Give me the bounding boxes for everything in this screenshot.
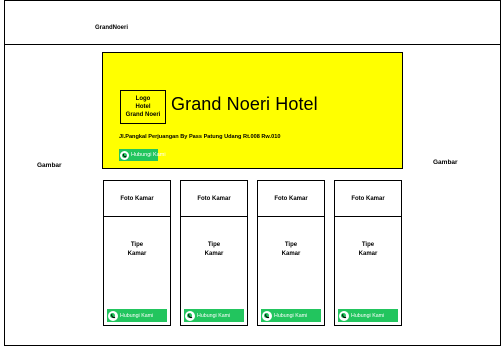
room-type-line: Kamar xyxy=(358,251,378,257)
room-type-line: Tipe xyxy=(284,242,298,248)
room-photo-placeholder: Foto Kamar xyxy=(181,181,247,217)
room-contact-label: Hubungi Kami xyxy=(120,312,154,319)
room-card: Foto Kamar Tipe Kamar Hubungi Kami xyxy=(180,180,248,326)
room-card: Foto Kamar Tipe Kamar Hubungi Kami xyxy=(257,180,325,326)
whatsapp-icon xyxy=(339,310,349,321)
logo-line: Hotel xyxy=(135,104,151,110)
whatsapp-icon xyxy=(185,310,195,321)
room-contact-button[interactable]: Hubungi Kami xyxy=(338,309,398,322)
logo-line: Logo xyxy=(135,96,151,102)
room-contact-button[interactable]: Hubungi Kami xyxy=(107,309,167,322)
room-type: Tipe Kamar xyxy=(335,241,401,259)
hotel-title: Grand Noeri Hotel xyxy=(171,94,318,114)
hero-contact-button[interactable]: Hubungi Kami xyxy=(119,149,166,161)
room-type: Tipe Kamar xyxy=(181,241,247,259)
room-type-line: Kamar xyxy=(204,251,224,257)
room-card: Foto Kamar Tipe Kamar Hubungi Kami xyxy=(334,180,402,326)
room-photo-placeholder: Foto Kamar xyxy=(258,181,324,217)
room-type-line: Tipe xyxy=(361,242,375,248)
right-image-placeholder: Gambar xyxy=(433,159,458,166)
hero-banner: Logo Hotel Grand Noeri Grand Noeri Hotel… xyxy=(102,52,403,169)
whatsapp-icon xyxy=(108,310,118,321)
room-type-line: Kamar xyxy=(127,251,147,257)
top-navbar: GrandNoeri xyxy=(4,0,501,45)
room-type-line: Tipe xyxy=(130,242,144,248)
room-type-line: Tipe xyxy=(207,242,221,248)
whatsapp-icon xyxy=(262,310,272,321)
left-image-placeholder: Gambar xyxy=(37,162,62,169)
room-photo-placeholder: Foto Kamar xyxy=(335,181,401,217)
hotel-address: Jl.Pangkal Perjuangan By Pass Patung Uda… xyxy=(119,134,281,140)
room-contact-label: Hubungi Kami xyxy=(274,312,308,319)
room-photo-placeholder: Foto Kamar xyxy=(104,181,170,217)
whatsapp-icon xyxy=(120,150,129,160)
room-contact-label: Hubungi Kami xyxy=(197,312,231,319)
room-contact-button[interactable]: Hubungi Kami xyxy=(261,309,321,322)
room-contact-label: Hubungi Kami xyxy=(351,312,385,319)
room-type: Tipe Kamar xyxy=(104,241,170,259)
room-type-line: Kamar xyxy=(281,251,301,257)
room-contact-button[interactable]: Hubungi Kami xyxy=(184,309,244,322)
room-type: Tipe Kamar xyxy=(258,241,324,259)
room-card: Foto Kamar Tipe Kamar Hubungi Kami xyxy=(103,180,171,326)
logo-line: Grand Noeri xyxy=(125,112,161,118)
brand-name[interactable]: GrandNoeri xyxy=(95,25,128,31)
hotel-logo: Logo Hotel Grand Noeri xyxy=(120,90,166,124)
hero-contact-label: Hubungi Kami xyxy=(131,152,166,158)
